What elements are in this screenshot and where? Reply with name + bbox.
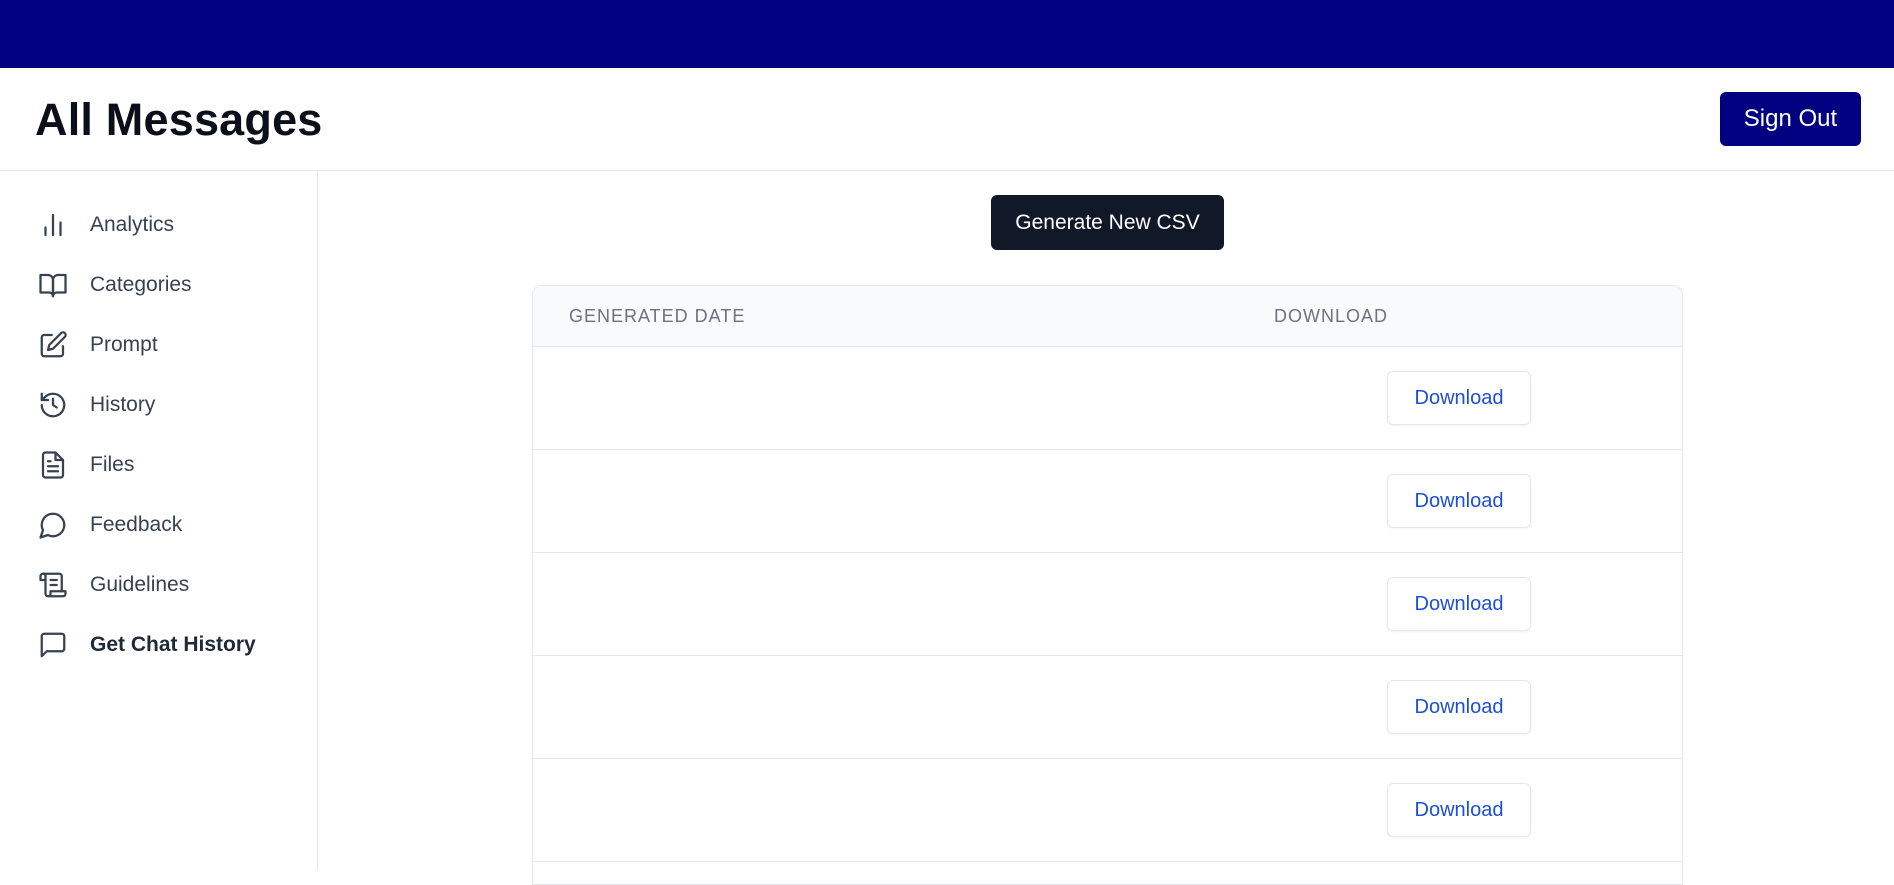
download-button[interactable]: Download — [1387, 783, 1531, 837]
sidebar-item-label: Categories — [90, 273, 192, 296]
sidebar-item-files[interactable]: Files — [36, 445, 306, 485]
sidebar-item-get-chat-history[interactable]: Get Chat History — [36, 625, 306, 665]
sidebar-item-guidelines[interactable]: Guidelines — [36, 565, 306, 605]
table-row: Download — [533, 553, 1682, 656]
table-row: Download — [533, 347, 1682, 450]
download-button[interactable]: Download — [1387, 371, 1531, 425]
column-header-download: DOWNLOAD — [1274, 306, 1389, 326]
sidebar-item-label: Analytics — [90, 213, 175, 236]
sidebar-item-label: Get Chat History — [90, 633, 256, 656]
sidebar-item-label: Files — [90, 453, 135, 476]
sidebar-item-analytics[interactable]: Analytics — [36, 205, 306, 245]
sidebar-item-label: Guidelines — [90, 573, 190, 596]
sidebar-item-feedback[interactable]: Feedback — [36, 505, 306, 545]
sidebar-item-label: History — [90, 393, 156, 416]
chat-bubble-icon — [36, 508, 70, 542]
open-book-icon — [36, 268, 70, 302]
table-row: Download — [533, 759, 1682, 862]
sidebar-item-label: Prompt — [90, 333, 158, 356]
download-button[interactable]: Download — [1387, 680, 1531, 734]
sidebar-item-label: Feedback — [90, 513, 183, 536]
bar-chart-icon — [36, 208, 70, 242]
sign-out-button[interactable]: Sign Out — [1720, 92, 1861, 146]
download-button[interactable]: Download — [1387, 577, 1531, 631]
top-banner — [0, 0, 1894, 68]
sidebar-item-prompt[interactable]: Prompt — [36, 325, 306, 365]
sidebar-item-history[interactable]: History — [36, 385, 306, 425]
main-content: Generate New CSV GENERATED DATE DOWNLOAD… — [319, 171, 1894, 885]
page-title: All Messages — [35, 94, 323, 145]
generate-csv-button[interactable]: Generate New CSV — [991, 195, 1224, 250]
table-row: Download — [533, 656, 1682, 759]
table-row: Download — [533, 450, 1682, 553]
edit-icon — [36, 328, 70, 362]
column-header-generated-date: GENERATED DATE — [569, 306, 746, 326]
file-text-icon — [36, 448, 70, 482]
table-header: GENERATED DATE DOWNLOAD — [533, 286, 1682, 347]
csv-table: GENERATED DATE DOWNLOAD Download Downloa… — [532, 285, 1683, 885]
page-header: All Messages Sign Out — [0, 68, 1894, 171]
sidebar-item-categories[interactable]: Categories — [36, 265, 306, 305]
history-icon — [36, 388, 70, 422]
sidebar: Analytics Categories Prompt History File… — [0, 171, 318, 871]
download-button[interactable]: Download — [1387, 474, 1531, 528]
scroll-icon — [36, 568, 70, 602]
message-square-icon — [36, 628, 70, 662]
